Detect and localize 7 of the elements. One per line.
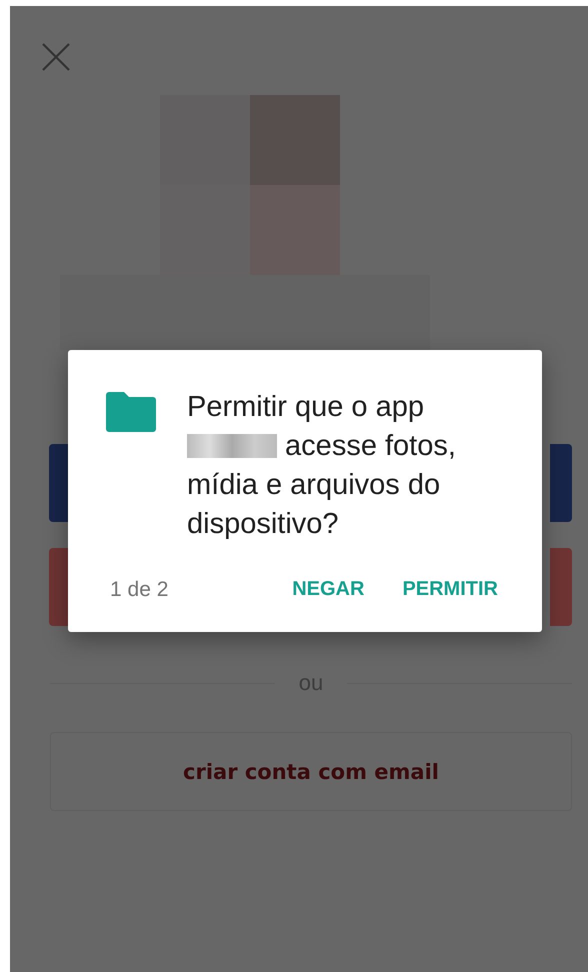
- deny-button[interactable]: NEGAR: [292, 570, 364, 609]
- page-counter: 1 de 2: [110, 578, 170, 602]
- close-icon[interactable]: [41, 42, 71, 72]
- allow-button[interactable]: PERMITIR: [402, 570, 498, 609]
- permission-message: Permitir que o app acesse fotos, mídia e arquivos do dispositivo?: [187, 390, 457, 542]
- folder-icon: [106, 392, 156, 432]
- create-account-button[interactable]: criar conta com email: [50, 732, 572, 811]
